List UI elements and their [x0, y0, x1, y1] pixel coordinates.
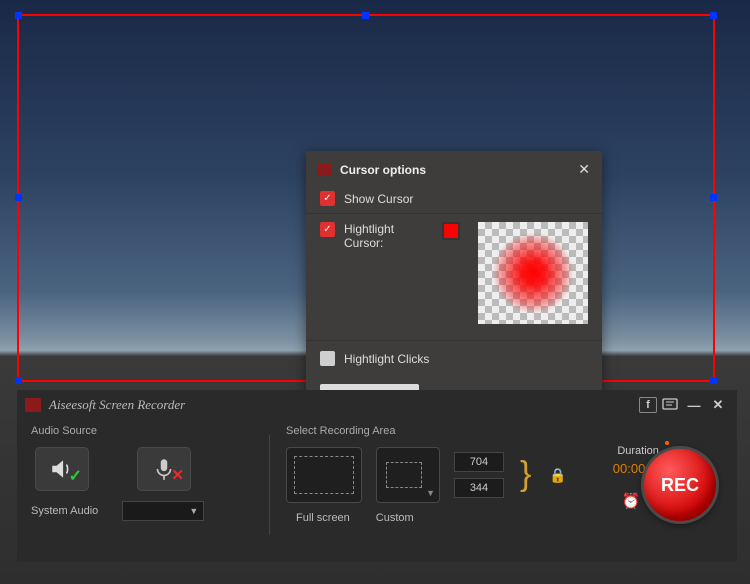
- system-audio-button[interactable]: ✓: [35, 447, 89, 491]
- cursor-options-panel: Cursor options ✕ ✓ Show Cursor ✓ Hightli…: [306, 151, 602, 418]
- select-area-heading: Select Recording Area: [286, 425, 567, 437]
- duration-label: Duration: [617, 445, 659, 457]
- width-input[interactable]: 704: [454, 452, 504, 472]
- chevron-down-icon: ▼: [426, 488, 435, 498]
- system-audio-label: System Audio: [31, 505, 98, 517]
- highlight-cursor-checkbox[interactable]: ✓: [320, 222, 335, 237]
- close-icon[interactable]: ✕: [707, 396, 729, 414]
- record-button[interactable]: REC: [641, 446, 719, 524]
- full-screen-button[interactable]: [286, 447, 362, 503]
- highlight-color-swatch[interactable]: [442, 222, 460, 240]
- show-cursor-label: Show Cursor: [344, 192, 413, 206]
- cursor-highlight-preview: [478, 222, 588, 324]
- highlight-clicks-checkbox[interactable]: [320, 351, 335, 366]
- app-logo-icon: [25, 398, 41, 412]
- checkmark-icon: ✓: [69, 466, 82, 486]
- resize-handle[interactable]: [710, 12, 717, 19]
- highlight-cursor-label: Hightlight Cursor:: [344, 222, 436, 250]
- schedule-icon[interactable]: ⏰: [622, 492, 641, 510]
- facebook-icon[interactable]: f: [639, 397, 657, 413]
- highlight-clicks-label: Hightlight Clicks: [344, 352, 429, 366]
- resize-handle[interactable]: [710, 377, 717, 384]
- feedback-icon[interactable]: [659, 396, 681, 414]
- minimize-icon[interactable]: —: [683, 396, 705, 414]
- main-toolbar: Aiseesoft Screen Recorder f — ✕ Audio So…: [17, 390, 737, 562]
- full-screen-label: Full screen: [296, 512, 350, 524]
- microphone-select[interactable]: ▼: [122, 501, 204, 521]
- close-icon[interactable]: ✕: [578, 161, 590, 178]
- record-label: REC: [661, 475, 699, 496]
- custom-area-button[interactable]: ▼: [376, 447, 440, 503]
- lock-aspect-icon[interactable]: 🔒: [549, 467, 566, 484]
- resize-handle[interactable]: [15, 377, 22, 384]
- x-icon: ✕: [171, 466, 184, 484]
- divider: [269, 435, 270, 535]
- status-dot-icon: [665, 441, 669, 445]
- show-cursor-checkbox[interactable]: ✓: [320, 191, 335, 206]
- resize-handle[interactable]: [710, 194, 717, 201]
- audio-source-heading: Audio Source: [31, 425, 253, 437]
- resize-handle[interactable]: [362, 12, 369, 19]
- resize-handle[interactable]: [15, 194, 22, 201]
- panel-app-icon: [318, 164, 332, 176]
- brace-icon: }: [520, 461, 531, 488]
- app-title: Aiseesoft Screen Recorder: [49, 397, 639, 413]
- panel-title: Cursor options: [340, 163, 578, 177]
- height-input[interactable]: 344: [454, 478, 504, 498]
- custom-label: Custom: [376, 512, 414, 524]
- resize-handle[interactable]: [15, 12, 22, 19]
- microphone-button[interactable]: ✕: [137, 447, 191, 491]
- cursor-glow-icon: [492, 232, 574, 314]
